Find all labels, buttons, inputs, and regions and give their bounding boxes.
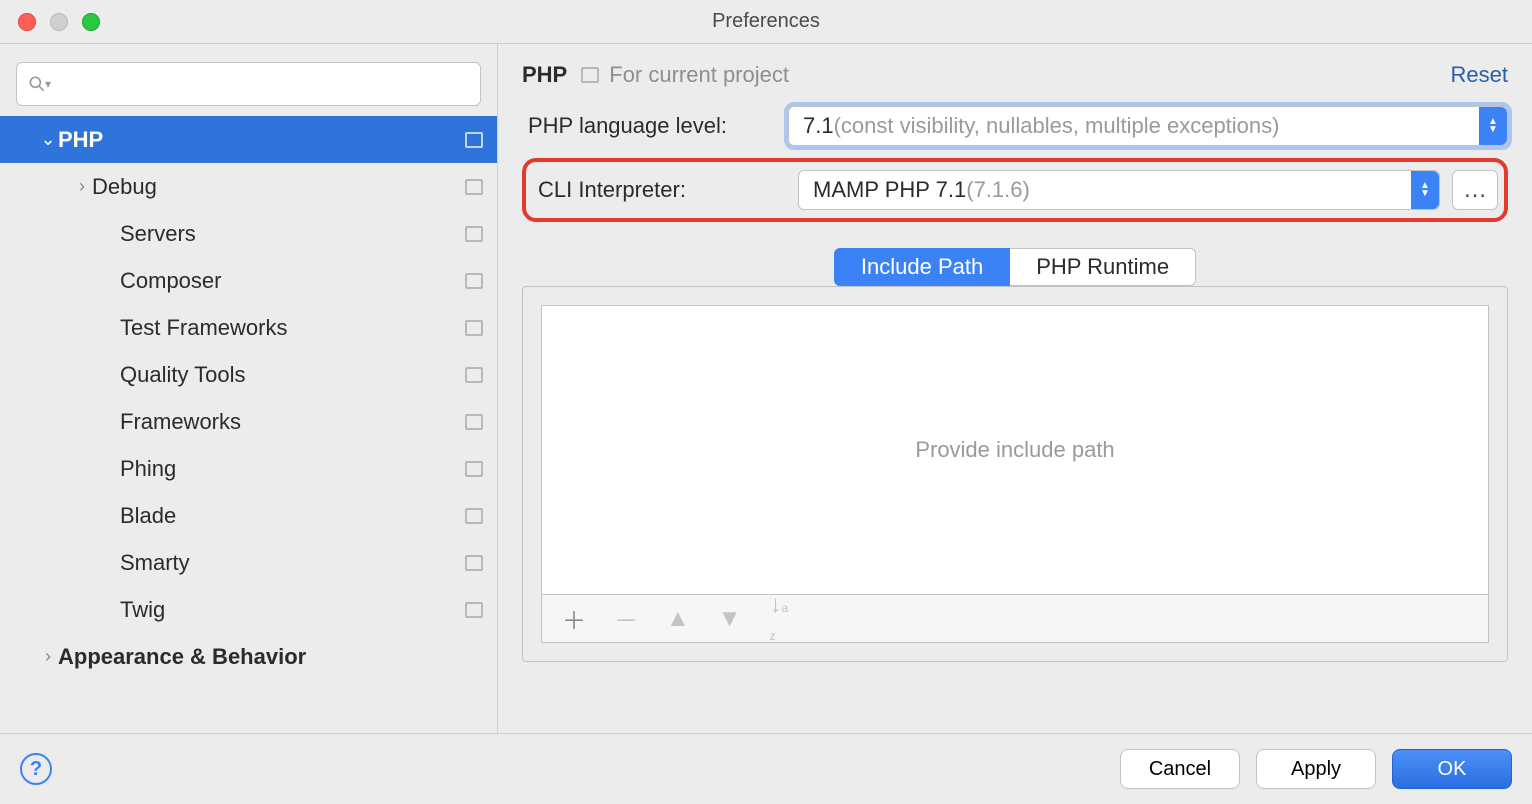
- sidebar-item-servers[interactable]: Servers: [0, 210, 497, 257]
- php-language-value: 7.1: [803, 113, 834, 139]
- sidebar-item-label: Phing: [120, 456, 457, 482]
- move-down-icon: ▼: [718, 605, 742, 633]
- project-scope-icon: [465, 461, 483, 477]
- include-path-list[interactable]: Provide include path: [541, 305, 1489, 595]
- include-panel: Include Path PHP Runtime Provide include…: [522, 248, 1508, 723]
- project-scope-icon: [465, 414, 483, 430]
- project-scope-icon: [465, 602, 483, 618]
- cli-interpreter-label: CLI Interpreter:: [538, 177, 798, 203]
- include-path-placeholder: Provide include path: [915, 437, 1114, 463]
- project-scope-icon: [465, 179, 483, 195]
- sidebar-item-twig[interactable]: Twig: [0, 586, 497, 633]
- dialog-footer: ? Cancel Apply OK: [0, 734, 1532, 804]
- search-icon: [27, 74, 47, 94]
- list-toolbar: ＋ － ▲ ▼ ↓az: [541, 595, 1489, 643]
- project-scope-icon: [581, 67, 599, 83]
- reset-link[interactable]: Reset: [1451, 62, 1508, 88]
- tab-php-runtime[interactable]: PHP Runtime: [1010, 248, 1196, 286]
- sidebar-item-label: Quality Tools: [120, 362, 457, 388]
- ok-button[interactable]: OK: [1392, 749, 1512, 789]
- sidebar-item-php[interactable]: ⌄PHP: [0, 116, 497, 163]
- preferences-window: Preferences ▾ ⌄PHP›DebugServersComposerT…: [0, 0, 1532, 804]
- sidebar-item-label: Debug: [92, 174, 457, 200]
- sidebar-item-phing[interactable]: Phing: [0, 445, 497, 492]
- content-area: ▾ ⌄PHP›DebugServersComposerTest Framewor…: [0, 44, 1532, 734]
- sidebar-item-smarty[interactable]: Smarty: [0, 539, 497, 586]
- chevron-updown-icon: ▲▼: [1479, 107, 1507, 145]
- add-icon[interactable]: ＋: [562, 601, 586, 636]
- help-button[interactable]: ?: [20, 753, 52, 785]
- main-panel: PHP For current project Reset PHP langua…: [498, 44, 1532, 733]
- php-language-select[interactable]: 7.1 (const visibility, nullables, multip…: [788, 106, 1508, 146]
- page-title: PHP: [522, 62, 567, 88]
- project-scope-icon: [465, 226, 483, 242]
- sidebar: ▾ ⌄PHP›DebugServersComposerTest Framewor…: [0, 44, 498, 733]
- sidebar-item-label: Servers: [120, 221, 457, 247]
- apply-button[interactable]: Apply: [1256, 749, 1376, 789]
- sidebar-item-label: PHP: [58, 127, 457, 153]
- chevron-down-icon: ⌄: [38, 129, 58, 150]
- browse-interpreter-button[interactable]: …: [1452, 170, 1498, 210]
- sidebar-item-debug[interactable]: ›Debug: [0, 163, 497, 210]
- project-scope-icon: [465, 367, 483, 383]
- cli-interpreter-hint: (7.1.6): [966, 177, 1030, 203]
- project-scope-icon: [465, 508, 483, 524]
- project-scope-icon: [465, 320, 483, 336]
- cancel-button[interactable]: Cancel: [1120, 749, 1240, 789]
- sidebar-item-label: Test Frameworks: [120, 315, 457, 341]
- sidebar-item-quality-tools[interactable]: Quality Tools: [0, 351, 497, 398]
- sidebar-item-test-frameworks[interactable]: Test Frameworks: [0, 304, 497, 351]
- sidebar-item-label: Twig: [120, 597, 457, 623]
- include-path-panel: Provide include path ＋ － ▲ ▼ ↓az: [522, 286, 1508, 662]
- php-language-label: PHP language level:: [528, 113, 788, 139]
- settings-tree[interactable]: ⌄PHP›DebugServersComposerTest Frameworks…: [0, 116, 497, 733]
- chevron-updown-icon: ▲▼: [1411, 171, 1439, 209]
- page-header: PHP For current project Reset: [522, 62, 1508, 88]
- sidebar-item-appearance-behavior[interactable]: ›Appearance & Behavior: [0, 633, 497, 680]
- cli-interpreter-row: CLI Interpreter: MAMP PHP 7.1 (7.1.6) ▲▼…: [522, 158, 1508, 222]
- page-subtitle: For current project: [609, 62, 789, 88]
- sort-icon: ↓az: [770, 591, 789, 647]
- cli-interpreter-value: MAMP PHP 7.1: [813, 177, 966, 203]
- remove-icon: －: [614, 601, 638, 636]
- search-input[interactable]: ▾: [16, 62, 481, 106]
- sidebar-item-label: Blade: [120, 503, 457, 529]
- window-title: Preferences: [0, 10, 1532, 33]
- cli-interpreter-select[interactable]: MAMP PHP 7.1 (7.1.6) ▲▼: [798, 170, 1440, 210]
- tab-include-path[interactable]: Include Path: [834, 248, 1010, 286]
- project-scope-icon: [465, 273, 483, 289]
- php-language-hint: (const visibility, nullables, multiple e…: [834, 113, 1280, 139]
- sidebar-item-label: Smarty: [120, 550, 457, 576]
- project-scope-icon: [465, 555, 483, 571]
- search-history-icon[interactable]: ▾: [45, 77, 51, 91]
- sidebar-item-frameworks[interactable]: Frameworks: [0, 398, 497, 445]
- php-language-row: PHP language level: 7.1 (const visibilit…: [522, 106, 1508, 146]
- chevron-right-icon: ›: [72, 176, 92, 197]
- project-scope-icon: [465, 132, 483, 148]
- sidebar-item-blade[interactable]: Blade: [0, 492, 497, 539]
- sidebar-item-composer[interactable]: Composer: [0, 257, 497, 304]
- sidebar-item-label: Composer: [120, 268, 457, 294]
- move-up-icon: ▲: [666, 605, 690, 633]
- chevron-right-icon: ›: [38, 646, 58, 667]
- sidebar-item-label: Frameworks: [120, 409, 457, 435]
- titlebar: Preferences: [0, 0, 1532, 44]
- tab-bar: Include Path PHP Runtime: [522, 248, 1508, 286]
- sidebar-item-label: Appearance & Behavior: [58, 644, 483, 670]
